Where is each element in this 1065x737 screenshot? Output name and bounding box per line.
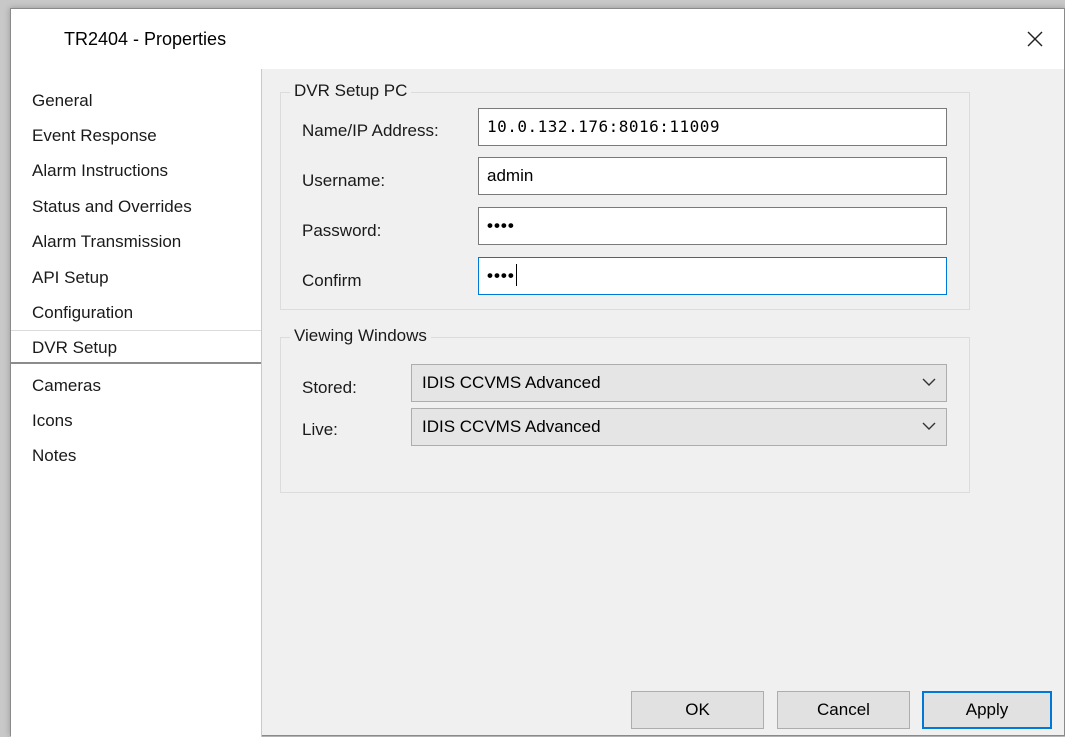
stored-label: Stored:	[302, 378, 357, 397]
close-button[interactable]	[1006, 9, 1064, 69]
nav-item-event-response[interactable]: Event Response	[11, 119, 261, 153]
stored-viewer-value: IDIS CCVMS Advanced	[422, 373, 601, 392]
username-label: Username:	[302, 171, 386, 190]
ok-button[interactable]: OK	[631, 691, 764, 729]
cancel-button[interactable]: Cancel	[777, 691, 910, 729]
nav-item-notes[interactable]: Notes	[11, 439, 261, 473]
live-label: Live:	[302, 420, 338, 439]
password-label: Password:	[302, 221, 382, 240]
nav-item-cameras[interactable]: Cameras	[11, 369, 261, 403]
confirm-password-value: ••••	[487, 266, 515, 285]
chevron-down-icon	[922, 378, 936, 386]
nav-item-status-and-overrides[interactable]: Status and Overrides	[11, 190, 261, 224]
nav-item-api-setup[interactable]: API Setup	[11, 261, 261, 295]
live-viewer-select[interactable]: IDIS CCVMS Advanced	[411, 408, 947, 446]
address-label: Name/IP Address:	[302, 121, 439, 140]
dvr-setup-pc-legend: DVR Setup PC	[290, 81, 412, 101]
username-field[interactable]: admin	[478, 157, 947, 195]
chevron-down-icon	[922, 422, 936, 430]
nav-item-general[interactable]: General	[11, 84, 261, 118]
confirm-password-field[interactable]: ••••	[478, 257, 947, 295]
nav-item-configuration[interactable]: Configuration	[11, 296, 261, 330]
nav-item-icons[interactable]: Icons	[11, 404, 261, 438]
password-field[interactable]: ••••	[478, 207, 947, 245]
nav-item-dvr-setup[interactable]: DVR Setup	[11, 330, 261, 364]
live-viewer-value: IDIS CCVMS Advanced	[422, 417, 601, 436]
viewing-windows-legend: Viewing Windows	[290, 326, 431, 346]
confirm-label: Confirm	[302, 271, 362, 290]
nav-item-alarm-instructions[interactable]: Alarm Instructions	[11, 154, 261, 188]
stored-viewer-select[interactable]: IDIS CCVMS Advanced	[411, 364, 947, 402]
title-bar: TR2404 - Properties	[11, 9, 1064, 69]
property-page-list: General Event Response Alarm Instruction…	[11, 69, 262, 737]
address-field[interactable]: 10.0.132.176:8016:11009	[478, 108, 947, 146]
text-caret	[515, 264, 517, 287]
close-icon	[1027, 31, 1043, 47]
nav-item-alarm-transmission[interactable]: Alarm Transmission	[11, 225, 261, 259]
apply-button[interactable]: Apply	[922, 691, 1052, 729]
properties-dialog: TR2404 - Properties General Event Respon…	[10, 8, 1065, 737]
window-title: TR2404 - Properties	[64, 29, 227, 49]
